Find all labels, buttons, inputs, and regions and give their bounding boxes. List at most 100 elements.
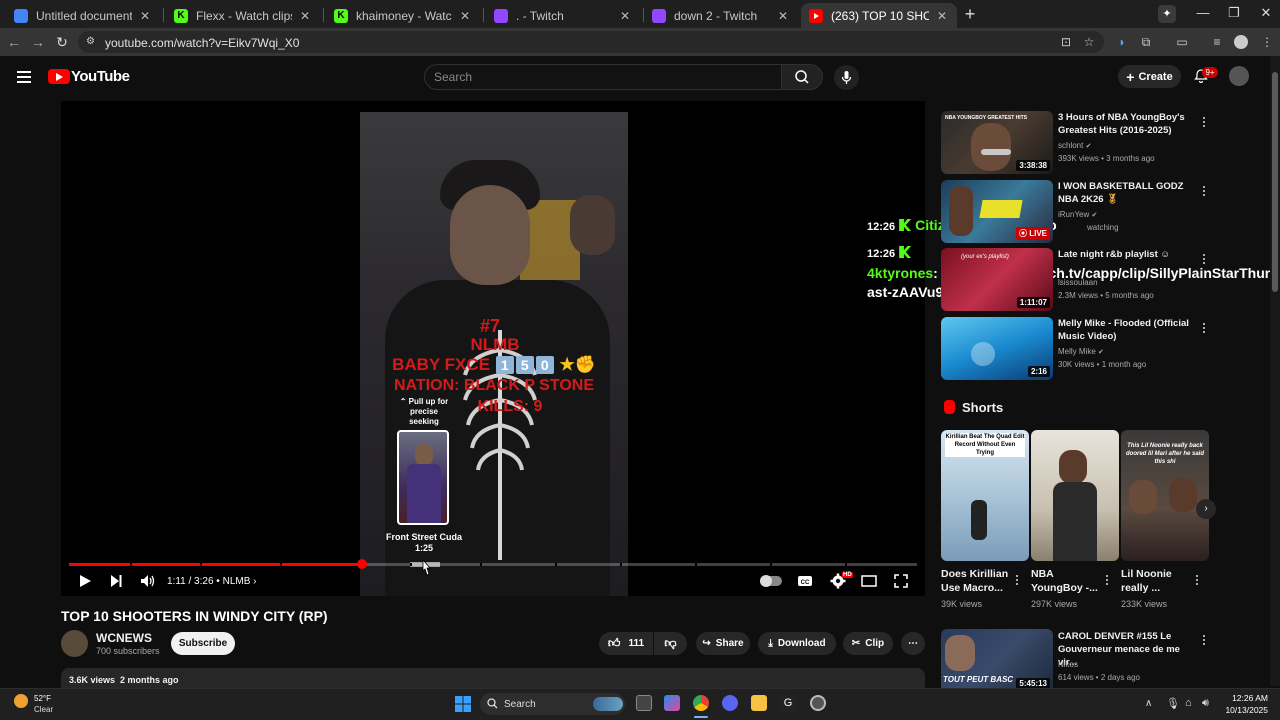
weather-moon-icon[interactable] bbox=[14, 694, 28, 708]
extensions-puzzle-icon[interactable]: ⧉ bbox=[1138, 35, 1154, 49]
download-button[interactable]: ⤓ Download bbox=[758, 632, 836, 655]
reload-icon[interactable]: ↻ bbox=[54, 34, 70, 50]
clock-date[interactable]: 10/13/2025 bbox=[1222, 705, 1268, 715]
chrome-taskbar-icon[interactable] bbox=[693, 695, 709, 711]
task-view-icon[interactable] bbox=[636, 695, 652, 711]
search-button[interactable] bbox=[781, 64, 823, 90]
discord-icon[interactable] bbox=[722, 695, 738, 711]
more-options-icon[interactable] bbox=[1202, 184, 1206, 198]
new-tab-button[interactable]: + bbox=[961, 5, 979, 23]
site-info-icon[interactable]: ⚙ bbox=[86, 36, 98, 48]
recommendation-thumbnail[interactable]: 2:16 bbox=[941, 317, 1053, 380]
search-input[interactable] bbox=[424, 64, 782, 90]
more-options-icon[interactable] bbox=[1202, 252, 1206, 266]
youtube-wordmark[interactable]: YouTube bbox=[71, 68, 130, 85]
clock-time[interactable]: 12:26 AM bbox=[1232, 693, 1268, 703]
browser-tab-kick-flexx[interactable]: K Flexx - Watch clips on Kick ✕ bbox=[166, 3, 320, 28]
more-options-icon[interactable] bbox=[1202, 633, 1206, 647]
clip-button[interactable]: ✂ Clip bbox=[843, 632, 893, 655]
closed-captions-icon[interactable]: CC bbox=[797, 574, 813, 588]
more-options-icon[interactable] bbox=[1202, 321, 1206, 335]
channel-avatar[interactable] bbox=[61, 630, 88, 657]
profile-avatar[interactable] bbox=[1234, 35, 1248, 49]
recommendation-channel[interactable]: lsissoulaan bbox=[1058, 277, 1098, 289]
recommendation-channel[interactable]: Nikos bbox=[1058, 659, 1078, 671]
file-explorer-icon[interactable] bbox=[751, 695, 767, 711]
more-options-icon[interactable] bbox=[1195, 573, 1199, 587]
forward-arrow-icon[interactable]: → bbox=[30, 34, 46, 50]
play-icon[interactable] bbox=[78, 574, 92, 588]
close-tab-icon[interactable]: ✕ bbox=[618, 9, 632, 23]
short-title[interactable]: Lil Noonie really ... bbox=[1121, 567, 1197, 595]
autoplay-toggle[interactable] bbox=[760, 575, 782, 587]
voice-search-button[interactable] bbox=[834, 65, 859, 90]
theater-mode-icon[interactable] bbox=[861, 575, 877, 587]
ai-sparkle-icon[interactable]: ✦ bbox=[1158, 5, 1176, 23]
close-tab-icon[interactable]: ✕ bbox=[298, 9, 312, 23]
close-tab-icon[interactable]: ✕ bbox=[138, 9, 152, 23]
network-icon[interactable]: ⌂ bbox=[1185, 697, 1192, 709]
show-hidden-icons-chevron[interactable]: ∧ bbox=[1145, 698, 1152, 709]
dislike-button[interactable]: 👎︎ bbox=[654, 632, 687, 655]
close-tab-icon[interactable]: ✕ bbox=[935, 9, 949, 23]
account-avatar[interactable] bbox=[1229, 66, 1249, 86]
more-options-icon[interactable] bbox=[1105, 573, 1109, 587]
browser-tab-kick-khaimoney[interactable]: K khaimoney - Watch clips on Kick ✕ bbox=[326, 3, 480, 28]
next-video-icon[interactable] bbox=[109, 574, 123, 588]
microphone-tray-icon[interactable]: 🎙︎ bbox=[1166, 697, 1180, 710]
browser-tab-twitch-dot[interactable]: . - Twitch ✕ bbox=[486, 3, 640, 28]
short-thumbnail[interactable] bbox=[1031, 430, 1119, 561]
reading-list-icon[interactable]: ≡ bbox=[1209, 35, 1225, 49]
recommendation-thumbnail[interactable]: TOUT PEUT BASC 5:45:13 bbox=[941, 629, 1053, 692]
recommendation-title[interactable]: CAROL DENVER #155 Le Gouverneur menace d… bbox=[1058, 630, 1198, 669]
shorts-next-chevron-icon[interactable]: › bbox=[1196, 499, 1216, 519]
app-record-icon[interactable] bbox=[810, 695, 826, 711]
more-actions-button[interactable]: ⋯ bbox=[901, 632, 925, 655]
extension-audio-icon[interactable]: ◗ bbox=[1114, 35, 1130, 49]
hamburger-menu-icon[interactable] bbox=[17, 71, 31, 83]
browser-tab-google-docs[interactable]: Untitled document - Google Do ✕ bbox=[6, 3, 160, 28]
description-box[interactable] bbox=[61, 668, 925, 690]
youtube-logo-icon[interactable] bbox=[48, 69, 70, 84]
close-tab-icon[interactable]: ✕ bbox=[776, 9, 790, 23]
like-button[interactable]: 👍︎ 111 bbox=[599, 632, 653, 655]
short-thumbnail[interactable]: This Lil Noonie really back doored lil M… bbox=[1121, 430, 1209, 561]
close-tab-icon[interactable]: ✕ bbox=[458, 9, 472, 23]
volume-icon[interactable] bbox=[140, 574, 156, 588]
chrome-menu-icon[interactable]: ⋮ bbox=[1259, 35, 1275, 49]
scrollbar-thumb[interactable] bbox=[1272, 72, 1278, 292]
recommendation-thumbnail[interactable]: ⦿ LIVE bbox=[941, 180, 1053, 243]
recommendation-channel[interactable]: schlont ✔ bbox=[1058, 140, 1091, 153]
browser-tab-twitch-down2[interactable]: down 2 - Twitch ✕ bbox=[644, 3, 798, 28]
side-panel-icon[interactable]: ▭ bbox=[1174, 35, 1190, 49]
progress-scrubber-handle[interactable] bbox=[356, 559, 367, 569]
chevron-right-icon[interactable]: › bbox=[253, 576, 256, 587]
short-title[interactable]: NBA YoungBoy -... bbox=[1031, 567, 1107, 595]
channel-name[interactable]: WCNEWS bbox=[96, 631, 152, 645]
back-arrow-icon[interactable]: ← bbox=[6, 34, 22, 50]
recommendation-channel[interactable]: iRunYew ✔ bbox=[1058, 209, 1097, 222]
subscribe-button[interactable]: Subscribe bbox=[171, 632, 235, 655]
speaker-icon[interactable]: 🔊︎ bbox=[1202, 697, 1209, 710]
bookmark-star-icon[interactable]: ☆ bbox=[1081, 35, 1097, 49]
close-window-icon[interactable]: ✕ bbox=[1256, 5, 1276, 21]
app-g-icon[interactable]: G bbox=[780, 695, 796, 711]
copilot-icon[interactable] bbox=[664, 695, 680, 711]
recommendation-thumbnail[interactable]: NBA YOUNGBOY GREATEST HITS 3:38:38 bbox=[941, 111, 1053, 174]
short-thumbnail[interactable]: Kirillian Beat The Quad Edit Record With… bbox=[941, 430, 1029, 561]
create-button[interactable]: + Create bbox=[1118, 65, 1181, 88]
recommendation-title[interactable]: Melly Mike - Flooded (Official Music Vid… bbox=[1058, 317, 1198, 343]
restore-window-icon[interactable]: ❐ bbox=[1224, 5, 1244, 21]
chapter-title[interactable]: NLMB bbox=[223, 576, 251, 587]
short-title[interactable]: Does Kirillian Use Macro... bbox=[941, 567, 1017, 595]
browser-tab-youtube-active[interactable]: (263) TOP 10 SHOOTERS IN WI ✕ bbox=[801, 3, 957, 28]
recommendation-title[interactable]: 3 Hours of NBA YoungBoy's Greatest Hits … bbox=[1058, 111, 1198, 137]
minimize-window-icon[interactable]: — bbox=[1193, 5, 1213, 20]
fullscreen-icon[interactable] bbox=[894, 574, 908, 588]
more-options-icon[interactable] bbox=[1202, 115, 1206, 129]
recommendation-channel[interactable]: Melly Mike ✔ bbox=[1058, 346, 1104, 359]
more-options-icon[interactable] bbox=[1015, 573, 1019, 587]
weather-temperature[interactable]: 52°F bbox=[34, 694, 51, 703]
recommendation-title[interactable]: I WON BASKETBALL GODZ NBA 2K26 🏅︎ bbox=[1058, 180, 1198, 206]
share-button[interactable]: ↪ Share bbox=[696, 632, 750, 655]
